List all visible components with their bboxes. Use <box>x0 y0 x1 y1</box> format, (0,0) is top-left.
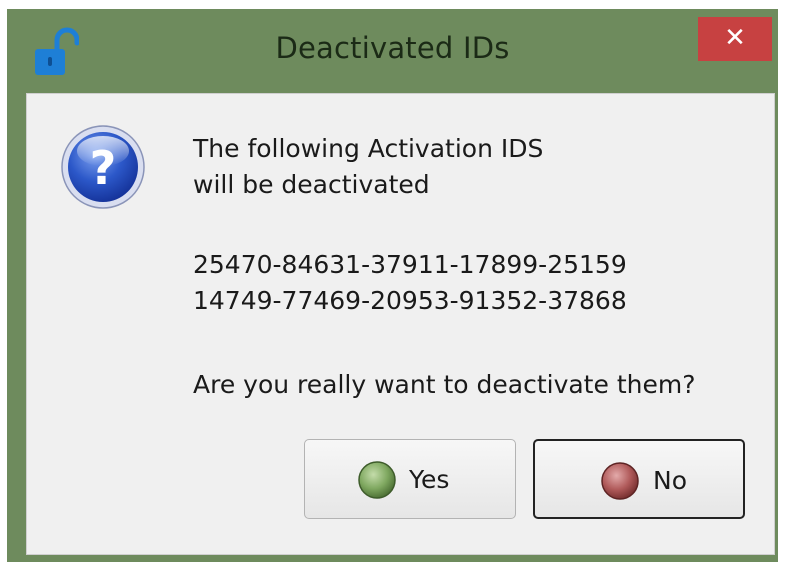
close-button[interactable]: ✕ <box>698 17 772 61</box>
question-icon: ? <box>61 125 145 209</box>
no-label: No <box>653 466 687 495</box>
activation-id-1: 25470-84631-37911-17899-25159 <box>193 250 627 279</box>
yes-button[interactable]: Yes <box>304 439 516 519</box>
dialog-window: Deactivated IDs ✕ ? The following Activa… <box>7 9 778 562</box>
title-bar[interactable]: Deactivated IDs ✕ <box>7 9 778 93</box>
svg-text:?: ? <box>90 141 117 195</box>
window-title: Deactivated IDs <box>275 31 510 65</box>
confirmation-prompt: Are you really want to deactivate them? <box>193 370 696 399</box>
activation-id-2: 14749-77469-20953-91352-37868 <box>193 286 627 315</box>
red-circle-icon <box>601 462 639 500</box>
dialog-body: ? The following Activation IDS will be d… <box>26 93 775 555</box>
green-circle-icon <box>358 461 396 499</box>
no-button[interactable]: No <box>533 439 745 519</box>
message-line-2: will be deactivated <box>193 170 430 199</box>
message-line-1: The following Activation IDS <box>193 134 544 163</box>
yes-label: Yes <box>409 465 450 494</box>
